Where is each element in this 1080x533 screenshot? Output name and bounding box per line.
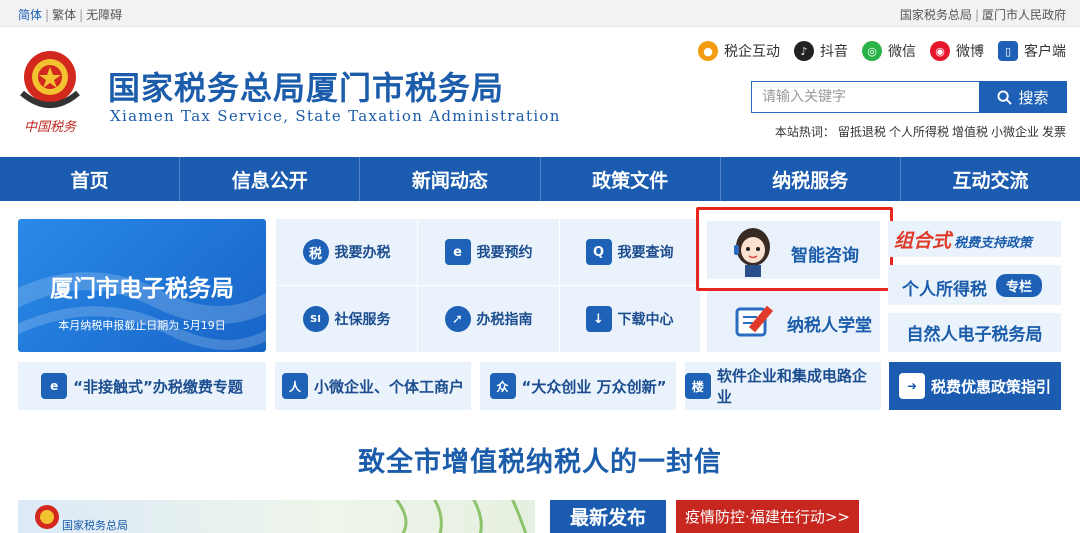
nav-interaction[interactable]: 互动交流 [901,157,1080,201]
search-input[interactable] [751,81,979,113]
small-business-tile[interactable]: 人小微企业、个体工商户 [275,362,471,410]
user-upload-icon: 人 [281,373,308,399]
social-wechat[interactable]: ◎ 微信 [862,41,916,61]
etax-deadline: 本月纳税申报截止日期为 5月19日 [58,319,226,332]
emblem-small-icon [35,505,59,529]
lang-accessibility[interactable]: 无障碍 [86,8,122,22]
combo-policy-subtitle: 税费支持政策 [954,236,1033,251]
banner-label: 国家税务总局 [62,519,128,532]
tax-incentive-guide-tile[interactable]: ➜ 税费优惠政策指引 [889,362,1061,410]
monitor-e-icon: e [41,373,68,399]
etax-title: 厦门市电子税务局 [50,276,234,302]
language-switcher: 简体 | 繁体 | 无障碍 [18,8,123,22]
search-bar: 搜索 [751,81,1067,113]
main-nav: 首页 信息公开 新闻动态 政策文件 纳税服务 互动交流 [0,157,1080,201]
service-social-security[interactable]: SI 社保服务 [276,286,417,352]
contactless-tax-tile[interactable]: e “非接触式”办税缴费专题 [18,362,266,410]
people-group-icon: 众 [489,373,516,399]
taxpayer-school-label: 纳税人学堂 [787,316,872,336]
hand-tax-icon: 税 [302,239,329,265]
hot-word[interactable]: 增值税 [952,125,988,139]
site-header: 中国税务 国家税务总局厦门市税务局 Xiamen Tax Service, St… [0,27,1080,157]
service-handle-tax[interactable]: 税我要办税 [276,219,417,285]
social-douyin[interactable]: ♪ 抖音 [794,41,848,61]
search-icon [997,89,1013,105]
nav-info-disclosure[interactable]: 信息公开 [180,157,361,201]
link-sta[interactable]: 国家税务总局 [900,8,972,22]
download-icon: ↓ [585,306,612,332]
national-emblem-icon[interactable]: 中国税务 [16,47,84,137]
nav-policy[interactable]: 政策文件 [541,157,721,201]
social-tax-interaction[interactable]: ● 税企互动 [698,41,780,61]
link-xiamen-gov[interactable]: 厦门市人民政府 [982,8,1066,22]
natural-person-etax-tile[interactable]: 自然人电子税务局 [888,313,1061,352]
social-client[interactable]: ▯ 客户端 [998,41,1066,61]
lang-simplified[interactable]: 简体 [18,8,42,22]
letter-headline[interactable]: 致全市增值税纳税人的一封信 [0,440,1080,479]
social-weibo[interactable]: ◉ 微博 [930,41,984,61]
latest-release-tab[interactable]: 最新发布 [550,500,666,533]
hot-words: 本站热词： 留抵退税 个人所得税 增值税 小微企业 发票 [772,123,1066,140]
wechat-icon: ◎ [862,41,882,61]
service-tax-guide[interactable]: ➚ 办税指南 [418,286,559,352]
tiktok-icon: ♪ [794,41,814,61]
social-links: ● 税企互动 ♪ 抖音 ◎ 微信 ◉ 微博 ▯ 客户端 [698,41,1066,61]
lang-traditional[interactable]: 繁体 [52,8,76,22]
hot-word[interactable]: 留抵退税 [838,125,886,139]
top-links: 国家税务总局 | 厦门市人民政府 [899,8,1066,22]
etax-bureau-tile[interactable]: 厦门市电子税务局 本月纳税申报截止日期为 5月19日 [18,219,266,352]
service-query[interactable]: Q 我要查询 [559,219,700,285]
news-banner[interactable]: 国家税务总局 [18,500,535,533]
combo-policy-tile[interactable]: 组合式 税费支持政策 [888,221,1061,257]
entrepreneurship-tile[interactable]: 众 “大众创业 万众创新” [480,362,676,410]
taxpayer-school-tile[interactable]: 纳税人学堂 [707,291,880,352]
hot-word[interactable]: 小微企业 [991,125,1039,139]
covid-action-link[interactable]: 疫情防控·福建在行动>> [676,500,859,533]
nav-news[interactable]: 新闻动态 [360,157,541,201]
top-bar: 简体 | 繁体 | 无障碍 国家税务总局 | 厦门市人民政府 [0,0,1080,27]
weibo-icon: ◉ [930,41,950,61]
software-ic-tile[interactable]: 楼软件企业和集成电路企业 [685,362,881,410]
hot-word[interactable]: 发票 [1042,125,1066,139]
iit-label: 个人所得税 [902,280,987,300]
site-title[interactable]: 国家税务总局厦门市税务局 [108,63,504,109]
site-subtitle: Xiamen Tax Service, State Taxation Admin… [110,107,561,125]
individual-income-tax-tile[interactable]: 个人所得税 专栏 [888,265,1061,305]
compass-icon: ➚ [444,306,471,332]
hot-word[interactable]: 个人所得税 [889,125,949,139]
social-insurance-icon: SI [302,306,329,332]
chat-bubble-icon: ● [698,41,718,61]
nav-tax-service[interactable]: 纳税服务 [721,157,901,201]
willow-decoration [394,500,528,533]
service-appointment[interactable]: e 我要预约 [418,219,559,285]
document-search-icon: Q [585,239,612,265]
iit-column-badge: 专栏 [996,274,1043,297]
nav-home[interactable]: 首页 [0,157,181,201]
service-download[interactable]: ↓ 下载中心 [559,286,700,352]
svg-text:中国税务: 中国税务 [24,120,77,135]
arrow-right-icon: ➜ [898,373,925,399]
service-grid: 税我要办税 e 我要预约 Q 我要查询 SI 社保服务 ➚ 办税指南 ↓ 下载中心 [276,219,700,352]
hot-words-label: 本站热词： [774,125,835,139]
building-icon: 楼 [685,373,711,399]
pencil-board-icon [735,305,774,337]
search-button[interactable]: 搜索 [979,81,1067,113]
combo-policy-title: 组合式 [894,230,952,252]
monitor-e-icon: e [444,239,471,265]
highlight-box [696,207,893,291]
mobile-app-icon: ▯ [998,41,1018,61]
